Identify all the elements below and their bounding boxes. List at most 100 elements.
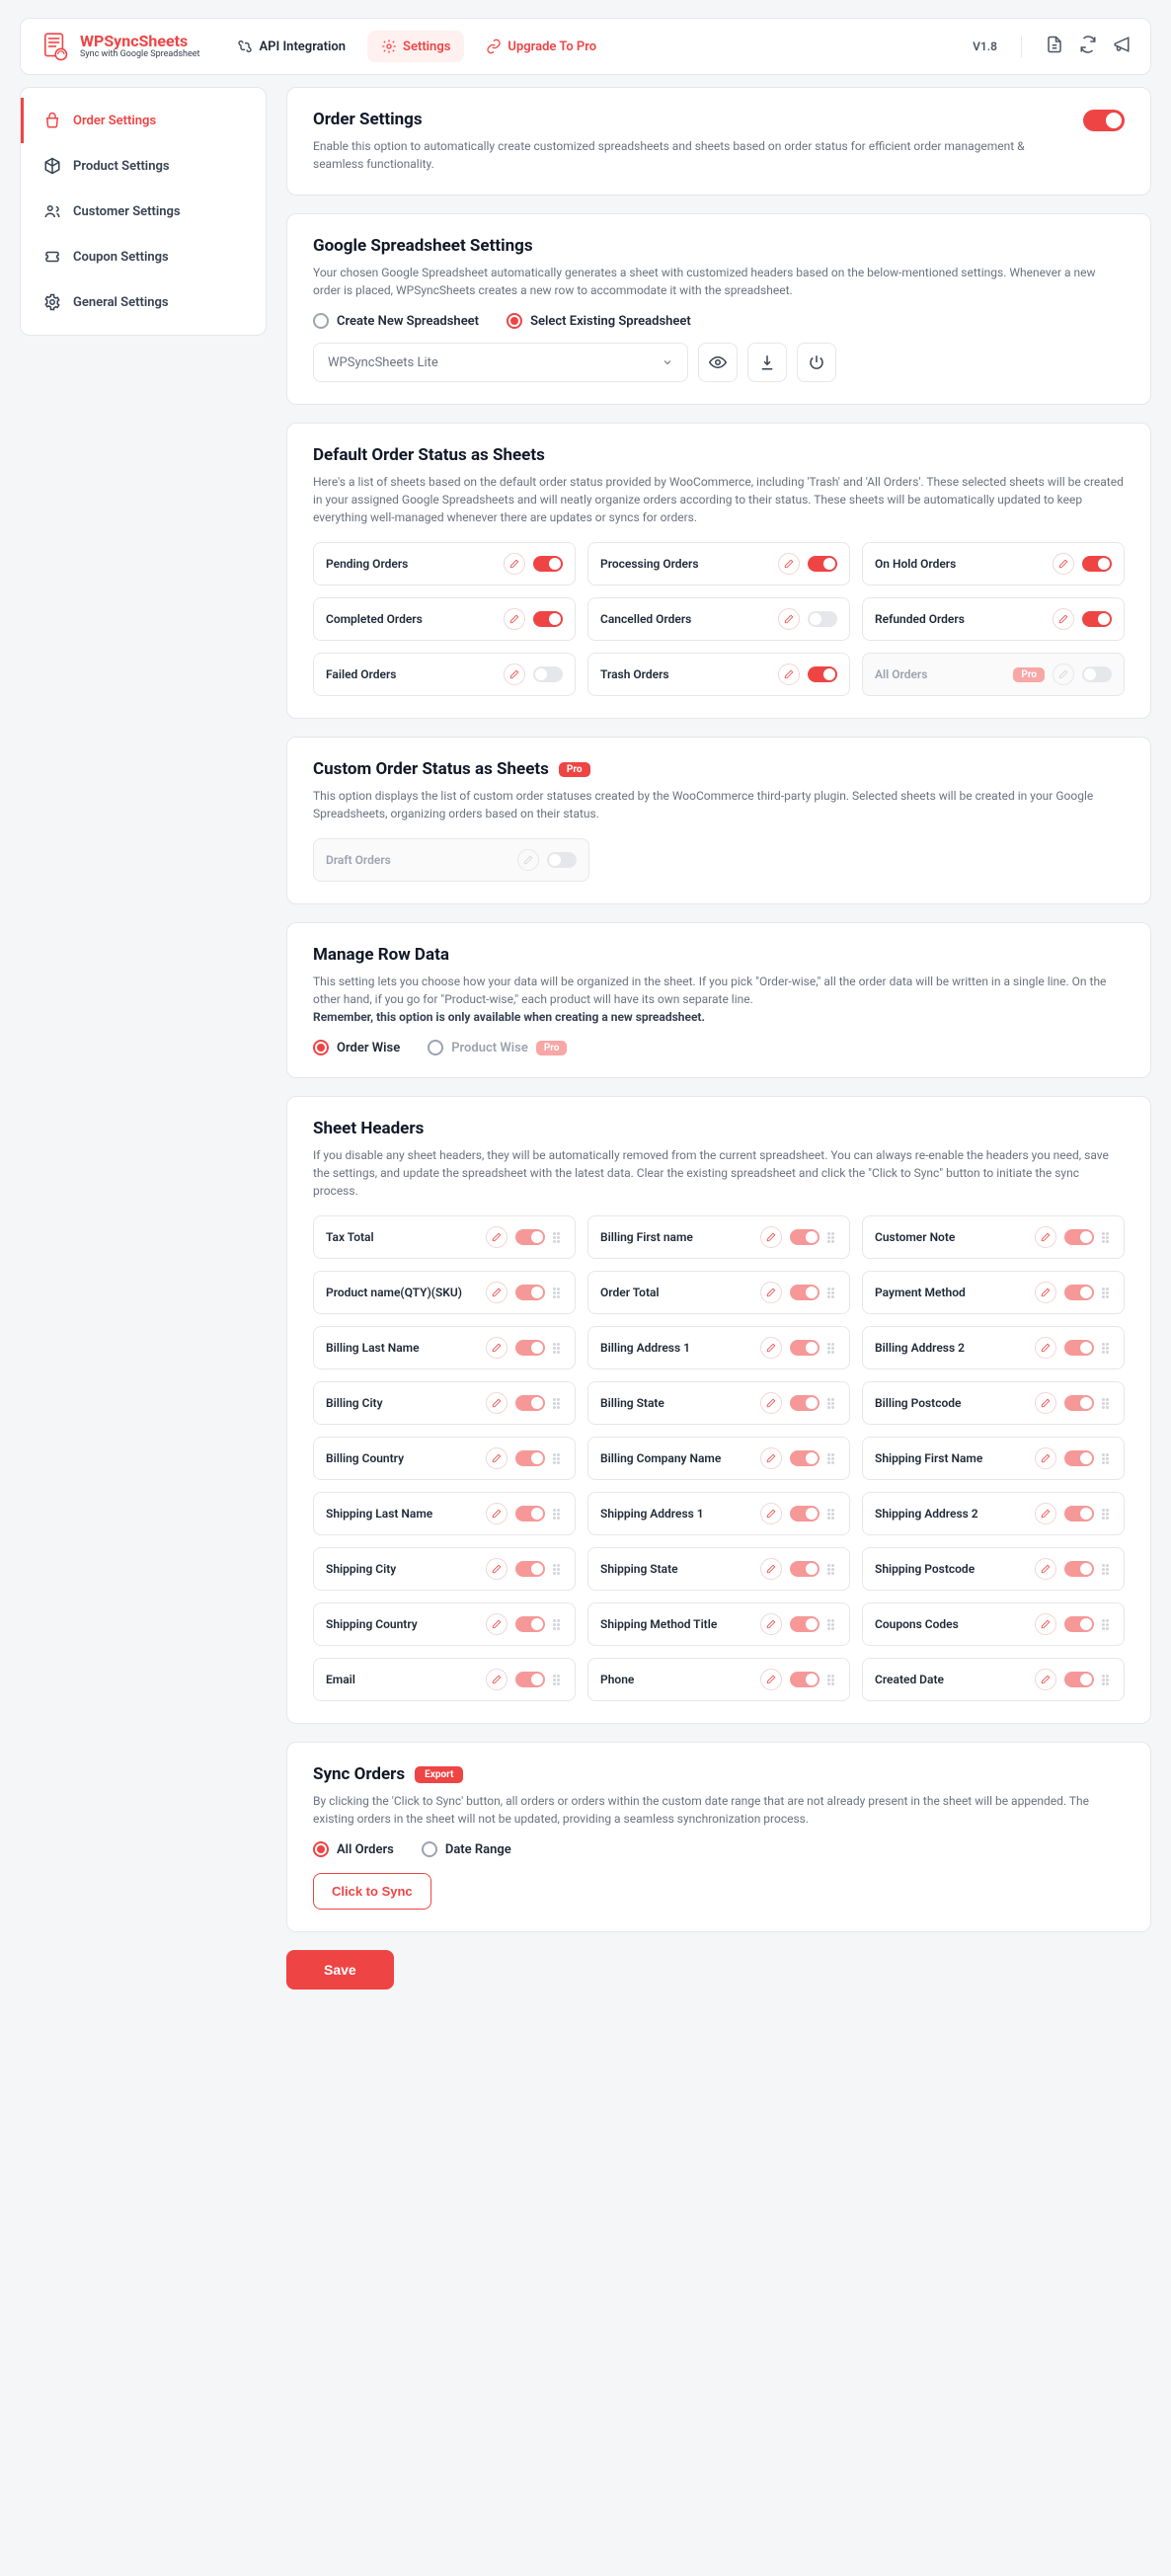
drag-handle-icon[interactable] bbox=[827, 1288, 837, 1298]
radio-create-spreadsheet[interactable]: Create New Spreadsheet bbox=[313, 313, 479, 329]
header-toggle[interactable] bbox=[790, 1561, 820, 1577]
power-button[interactable] bbox=[797, 343, 836, 382]
refresh-icon[interactable] bbox=[1079, 36, 1097, 57]
header-toggle[interactable] bbox=[790, 1672, 820, 1687]
download-spreadsheet-button[interactable] bbox=[747, 343, 787, 382]
tab-api-integration[interactable]: API Integration bbox=[223, 31, 359, 62]
drag-handle-icon[interactable] bbox=[553, 1675, 563, 1685]
drag-handle-icon[interactable] bbox=[1102, 1675, 1112, 1685]
edit-icon[interactable] bbox=[778, 608, 800, 630]
header-toggle[interactable] bbox=[790, 1285, 820, 1300]
edit-icon[interactable] bbox=[778, 553, 800, 575]
drag-handle-icon[interactable] bbox=[1102, 1453, 1112, 1464]
edit-icon[interactable] bbox=[1053, 553, 1074, 575]
drag-handle-icon[interactable] bbox=[553, 1564, 563, 1575]
header-toggle[interactable] bbox=[1064, 1450, 1094, 1466]
drag-handle-icon[interactable] bbox=[553, 1398, 563, 1409]
header-toggle[interactable] bbox=[515, 1340, 545, 1356]
drag-handle-icon[interactable] bbox=[553, 1619, 563, 1630]
header-toggle[interactable] bbox=[1064, 1395, 1094, 1411]
radio-product-wise[interactable]: Product Wise Pro bbox=[428, 1040, 567, 1055]
status-toggle[interactable] bbox=[533, 666, 563, 682]
drag-handle-icon[interactable] bbox=[827, 1398, 837, 1409]
edit-icon[interactable] bbox=[1035, 1669, 1056, 1690]
view-spreadsheet-button[interactable] bbox=[698, 343, 738, 382]
drag-handle-icon[interactable] bbox=[1102, 1398, 1112, 1409]
click-to-sync-button[interactable]: Click to Sync bbox=[313, 1873, 431, 1910]
edit-icon[interactable] bbox=[778, 664, 800, 685]
edit-icon[interactable] bbox=[760, 1337, 782, 1359]
header-toggle[interactable] bbox=[1064, 1616, 1094, 1632]
drag-handle-icon[interactable] bbox=[827, 1343, 837, 1354]
edit-icon[interactable] bbox=[504, 608, 525, 630]
sidebar-item-order[interactable]: Order Settings bbox=[21, 98, 266, 143]
drag-handle-icon[interactable] bbox=[1102, 1509, 1112, 1520]
edit-icon[interactable] bbox=[486, 1669, 507, 1690]
edit-icon[interactable] bbox=[1035, 1447, 1056, 1469]
header-toggle[interactable] bbox=[515, 1285, 545, 1300]
edit-icon[interactable] bbox=[1053, 608, 1074, 630]
edit-icon[interactable] bbox=[486, 1503, 507, 1524]
edit-icon[interactable] bbox=[760, 1447, 782, 1469]
edit-icon[interactable] bbox=[760, 1503, 782, 1524]
drag-handle-icon[interactable] bbox=[827, 1619, 837, 1630]
header-toggle[interactable] bbox=[1064, 1340, 1094, 1356]
drag-handle-icon[interactable] bbox=[1102, 1343, 1112, 1354]
drag-handle-icon[interactable] bbox=[553, 1453, 563, 1464]
status-toggle[interactable] bbox=[533, 556, 563, 572]
sidebar-item-coupon[interactable]: Coupon Settings bbox=[21, 234, 266, 279]
edit-icon[interactable] bbox=[760, 1392, 782, 1414]
drag-handle-icon[interactable] bbox=[553, 1509, 563, 1520]
drag-handle-icon[interactable] bbox=[1102, 1288, 1112, 1298]
status-toggle[interactable] bbox=[1082, 611, 1112, 627]
drag-handle-icon[interactable] bbox=[827, 1453, 837, 1464]
edit-icon[interactable] bbox=[486, 1447, 507, 1469]
header-toggle[interactable] bbox=[515, 1616, 545, 1632]
drag-handle-icon[interactable] bbox=[827, 1509, 837, 1520]
drag-handle-icon[interactable] bbox=[553, 1288, 563, 1298]
radio-order-wise[interactable]: Order Wise bbox=[313, 1040, 400, 1055]
sidebar-item-general[interactable]: General Settings bbox=[21, 279, 266, 325]
edit-icon[interactable] bbox=[1035, 1337, 1056, 1359]
drag-handle-icon[interactable] bbox=[827, 1564, 837, 1575]
header-toggle[interactable] bbox=[1064, 1672, 1094, 1687]
edit-icon[interactable] bbox=[504, 553, 525, 575]
header-toggle[interactable] bbox=[1064, 1285, 1094, 1300]
edit-icon[interactable] bbox=[1035, 1558, 1056, 1580]
radio-select-spreadsheet[interactable]: Select Existing Spreadsheet bbox=[507, 313, 691, 329]
header-toggle[interactable] bbox=[515, 1506, 545, 1522]
drag-handle-icon[interactable] bbox=[553, 1343, 563, 1354]
edit-icon[interactable] bbox=[486, 1558, 507, 1580]
header-toggle[interactable] bbox=[1064, 1506, 1094, 1522]
edit-icon[interactable] bbox=[760, 1613, 782, 1635]
header-toggle[interactable] bbox=[790, 1506, 820, 1522]
header-toggle[interactable] bbox=[515, 1561, 545, 1577]
edit-icon[interactable] bbox=[760, 1282, 782, 1303]
edit-icon[interactable] bbox=[486, 1392, 507, 1414]
header-toggle[interactable] bbox=[790, 1450, 820, 1466]
edit-icon[interactable] bbox=[760, 1226, 782, 1248]
drag-handle-icon[interactable] bbox=[553, 1232, 563, 1243]
drag-handle-icon[interactable] bbox=[827, 1675, 837, 1685]
drag-handle-icon[interactable] bbox=[1102, 1232, 1112, 1243]
header-toggle[interactable] bbox=[515, 1229, 545, 1245]
save-button[interactable]: Save bbox=[286, 1950, 394, 1990]
status-toggle[interactable] bbox=[808, 666, 837, 682]
header-toggle[interactable] bbox=[515, 1672, 545, 1687]
drag-handle-icon[interactable] bbox=[1102, 1564, 1112, 1575]
edit-icon[interactable] bbox=[486, 1337, 507, 1359]
edit-icon[interactable] bbox=[1035, 1613, 1056, 1635]
header-toggle[interactable] bbox=[1064, 1561, 1094, 1577]
radio-all-orders[interactable]: All Orders bbox=[313, 1841, 394, 1857]
sidebar-item-product[interactable]: Product Settings bbox=[21, 143, 266, 189]
spreadsheet-select[interactable]: WPSyncSheets Lite bbox=[313, 343, 688, 382]
status-toggle[interactable] bbox=[808, 611, 837, 627]
edit-icon[interactable] bbox=[504, 664, 525, 685]
edit-icon[interactable] bbox=[1035, 1392, 1056, 1414]
order-settings-toggle[interactable] bbox=[1083, 110, 1125, 131]
edit-icon[interactable] bbox=[486, 1226, 507, 1248]
edit-icon[interactable] bbox=[486, 1613, 507, 1635]
edit-icon[interactable] bbox=[760, 1558, 782, 1580]
status-toggle[interactable] bbox=[808, 556, 837, 572]
header-toggle[interactable] bbox=[790, 1340, 820, 1356]
